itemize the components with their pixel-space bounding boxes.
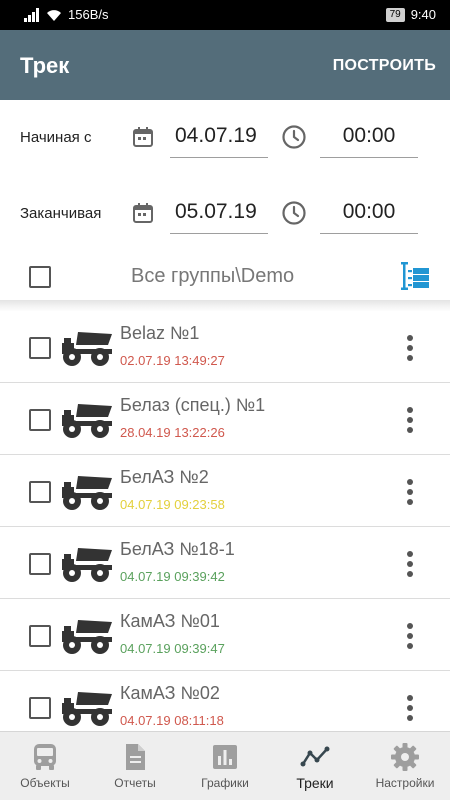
clock-icon[interactable] <box>281 200 307 226</box>
last-update-time: 02.07.19 13:49:27 <box>120 353 225 368</box>
nav-label: Отчеты <box>114 776 156 790</box>
clock-time: 9:40 <box>410 7 436 22</box>
more-vert-icon[interactable] <box>402 477 418 507</box>
dump-truck-icon <box>62 692 112 726</box>
end-period-row: Заканчивая 05.07.19 00:00 <box>0 188 450 238</box>
list-item[interactable]: Belaz №1 02.07.19 13:49:27 <box>0 311 450 383</box>
vehicle-name: КамАЗ №01 <box>120 611 220 631</box>
vehicle-name: БелАЗ №18-1 <box>120 539 235 559</box>
dump-truck-icon <box>62 476 112 510</box>
group-header: Все группы\Demo <box>0 252 450 302</box>
app-bar: Трек ПОСТРОИТЬ <box>0 30 450 100</box>
nav-label: Объекты <box>20 776 70 790</box>
bus-icon <box>34 744 56 770</box>
nav-label: Настройки <box>375 776 435 790</box>
more-vert-icon[interactable] <box>402 621 418 651</box>
list-item[interactable]: КамАЗ №02 04.07.19 08:11:18 <box>0 671 450 731</box>
start-label: Начиная с <box>20 129 92 146</box>
calendar-icon[interactable] <box>131 125 155 149</box>
nav-item-charts[interactable]: Графики <box>180 732 270 800</box>
nav-item-settings[interactable]: Настройки <box>360 732 450 800</box>
calendar-icon[interactable] <box>131 201 155 225</box>
start-time-field[interactable]: 00:00 <box>320 120 418 158</box>
start-period-row: Начиная с 04.07.19 00:00 <box>0 112 450 162</box>
network-speed: 156B/s <box>68 7 109 22</box>
end-time-field[interactable]: 00:00 <box>320 196 418 234</box>
last-update-time: 28.04.19 13:22:26 <box>120 425 225 440</box>
last-update-time: 04.07.19 09:39:42 <box>120 569 225 584</box>
wifi-icon <box>47 9 61 21</box>
battery-indicator: 79 <box>385 7 405 22</box>
vehicle-name: Belaz №1 <box>120 323 200 343</box>
vehicle-list: Belaz №1 02.07.19 13:49:27 Белаз (спец.)… <box>0 311 450 731</box>
document-icon <box>126 744 145 770</box>
end-label: Заканчивая <box>20 205 102 222</box>
list-item[interactable]: БелАЗ №18-1 04.07.19 09:39:42 <box>0 527 450 599</box>
more-vert-icon[interactable] <box>402 549 418 579</box>
nav-item-reports[interactable]: Отчеты <box>90 732 180 800</box>
item-checkbox[interactable] <box>29 697 51 719</box>
item-checkbox[interactable] <box>29 409 51 431</box>
dump-truck-icon <box>62 332 112 366</box>
end-date-field[interactable]: 05.07.19 <box>170 196 268 234</box>
more-vert-icon[interactable] <box>402 693 418 723</box>
track-line-icon <box>300 746 330 767</box>
last-update-time: 04.07.19 08:11:18 <box>120 713 224 728</box>
start-date-field[interactable]: 04.07.19 <box>170 120 268 158</box>
list-item[interactable]: Белаз (спец.) №1 28.04.19 13:22:26 <box>0 383 450 455</box>
signal-icon <box>24 7 39 22</box>
list-item[interactable]: КамАЗ №01 04.07.19 09:39:47 <box>0 599 450 671</box>
vehicle-name: КамАЗ №02 <box>120 683 220 703</box>
list-item[interactable]: БелАЗ №2 04.07.19 09:23:58 <box>0 455 450 527</box>
gear-icon <box>391 743 419 771</box>
nav-item-tracks[interactable]: Треки <box>270 732 360 800</box>
select-all-checkbox[interactable] <box>29 266 51 288</box>
nav-label: Треки <box>296 775 334 791</box>
item-checkbox[interactable] <box>29 625 51 647</box>
nav-label: Графики <box>201 776 249 790</box>
dump-truck-icon <box>62 548 112 582</box>
item-checkbox[interactable] <box>29 337 51 359</box>
vehicle-name: БелАЗ №2 <box>120 467 209 487</box>
last-update-time: 04.07.19 09:39:47 <box>120 641 225 656</box>
group-path[interactable]: Все группы\Demo <box>131 265 294 288</box>
bottom-navigation: Объекты Отчеты Графики Треки Настройки <box>0 731 450 800</box>
last-update-time: 04.07.19 09:23:58 <box>120 497 225 512</box>
status-bar: 156B/s 79 9:40 <box>0 0 450 30</box>
vehicle-name: Белаз (спец.) №1 <box>120 395 266 415</box>
more-vert-icon[interactable] <box>402 333 418 363</box>
dump-truck-icon <box>62 620 112 654</box>
page-title: Трек <box>20 53 70 78</box>
clock-icon[interactable] <box>281 124 307 150</box>
bar-chart-icon <box>213 745 237 769</box>
nav-item-objects[interactable]: Объекты <box>0 732 90 800</box>
item-checkbox[interactable] <box>29 481 51 503</box>
item-checkbox[interactable] <box>29 553 51 575</box>
dump-truck-icon <box>62 404 112 438</box>
build-button[interactable]: ПОСТРОИТЬ <box>333 57 436 75</box>
more-vert-icon[interactable] <box>402 405 418 435</box>
tree-view-icon[interactable] <box>398 259 432 293</box>
